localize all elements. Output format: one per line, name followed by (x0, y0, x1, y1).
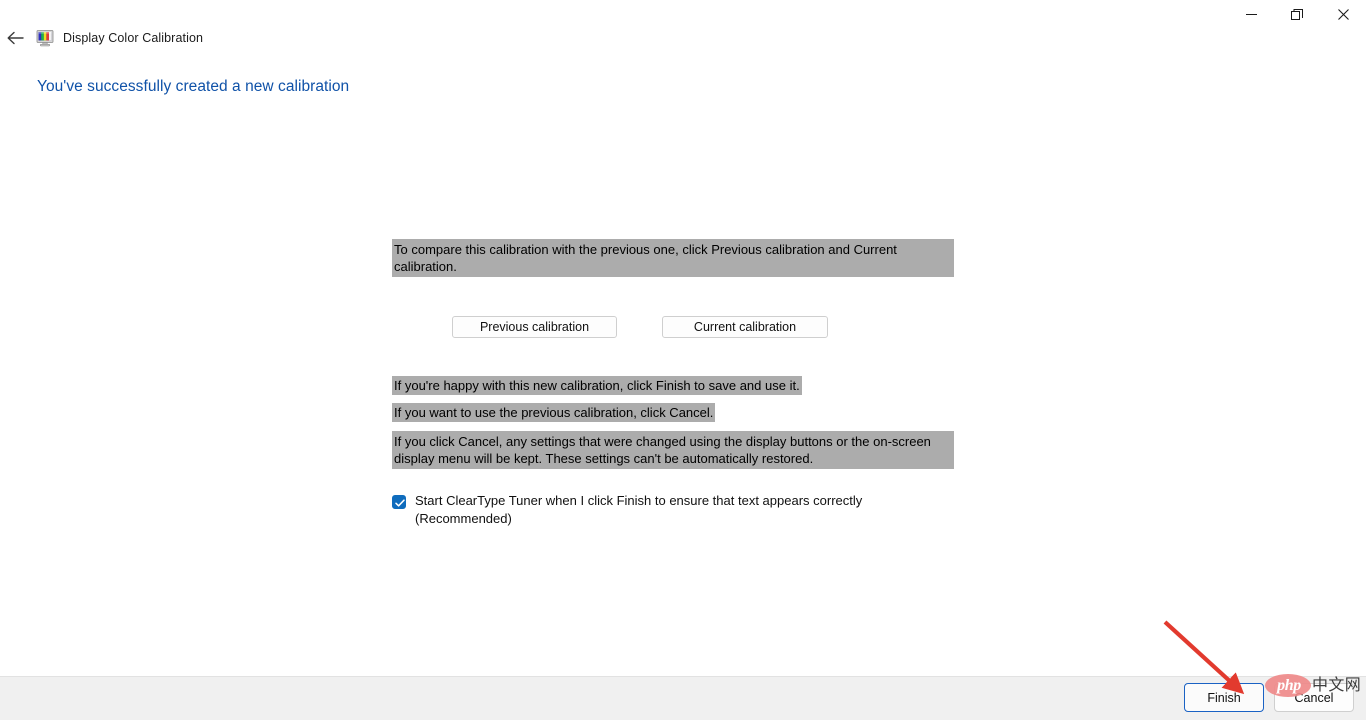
minimize-icon (1245, 13, 1257, 15)
close-button[interactable] (1320, 0, 1366, 28)
current-calibration-button[interactable]: Current calibration (662, 316, 828, 338)
app-title: Display Color Calibration (63, 30, 204, 45)
comparison-buttons: Previous calibration Current calibration (392, 316, 954, 338)
back-arrow-icon (7, 31, 24, 45)
checkmark-icon (395, 499, 405, 507)
previous-calibration-button[interactable]: Previous calibration (452, 316, 617, 338)
maximize-button[interactable] (1274, 0, 1320, 28)
cleartype-checkbox-label: Start ClearType Tuner when I click Finis… (415, 493, 863, 526)
instruction-line-2: If you want to use the previous calibrat… (392, 403, 954, 422)
instruction-text-1: If you're happy with this new calibratio… (392, 376, 802, 395)
instruction-line-3: If you click Cancel, any settings that w… (392, 431, 954, 469)
intro-paragraph: To compare this calibration with the pre… (392, 239, 954, 277)
page-title: You've successfully created a new calibr… (37, 78, 350, 95)
display-color-calibration-window: Display Color Calibration You've success… (0, 0, 1366, 720)
footer-buttons: Finish Cancel (1184, 683, 1354, 712)
cleartype-checkbox-row[interactable]: Start ClearType Tuner when I click Finis… (392, 492, 892, 528)
back-button[interactable] (0, 27, 30, 49)
minimize-button[interactable] (1228, 0, 1274, 28)
close-icon (1337, 8, 1349, 20)
restore-icon (1291, 9, 1303, 20)
instruction-text-2: If you want to use the previous calibrat… (392, 403, 716, 422)
display-color-calibration-icon (36, 29, 54, 47)
window-controls (1228, 0, 1366, 28)
app-header: Display Color Calibration (0, 27, 1366, 49)
intro-text: To compare this calibration with the pre… (392, 239, 954, 277)
main-content: To compare this calibration with the pre… (392, 239, 954, 526)
finish-button[interactable]: Finish (1184, 683, 1264, 712)
footer-bar: Finish Cancel (0, 676, 1366, 720)
instruction-lines: If you're happy with this new calibratio… (392, 376, 954, 469)
instruction-line-1: If you're happy with this new calibratio… (392, 376, 954, 395)
instruction-text-3: If you click Cancel, any settings that w… (392, 431, 954, 469)
cancel-button[interactable]: Cancel (1274, 683, 1354, 712)
cleartype-checkbox[interactable] (392, 495, 406, 509)
title-bar (0, 0, 1366, 28)
